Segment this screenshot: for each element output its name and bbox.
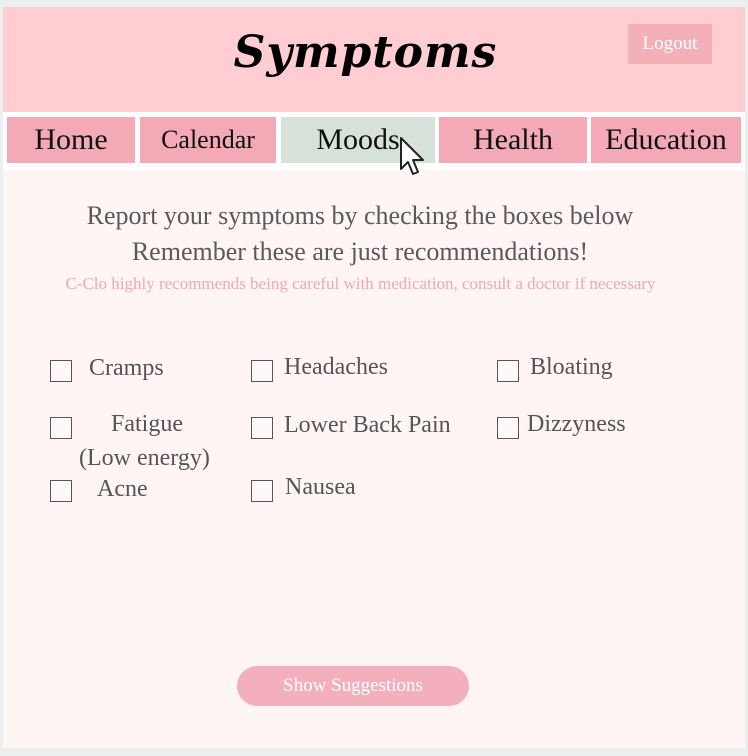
instructions-line-2: Remember these are just recommendations! <box>131 237 589 266</box>
cramps-checkbox[interactable] <box>50 360 72 382</box>
nausea-checkbox[interactable] <box>251 480 273 502</box>
headaches-checkbox[interactable] <box>251 360 273 382</box>
lower-back-pain-checkbox[interactable] <box>251 417 273 439</box>
headaches-label: Headaches <box>284 354 388 380</box>
nav-bar: Home Calendar Moods Health Education <box>3 112 745 170</box>
lower-back-pain-label: Lower Back Pain <box>284 412 451 438</box>
tab-home[interactable]: Home <box>7 117 135 163</box>
fatigue-checkbox[interactable] <box>50 417 72 439</box>
tab-health[interactable]: Health <box>439 117 587 163</box>
app-window: Symptoms Logout Home Calendar Moods Heal… <box>3 7 745 748</box>
acne-checkbox[interactable] <box>50 480 72 502</box>
tab-calendar[interactable]: Calendar <box>140 117 276 163</box>
header-bar: Symptoms Logout <box>3 7 745 112</box>
dizzyness-label: Dizzyness <box>527 411 626 437</box>
logout-button[interactable]: Logout <box>628 24 712 64</box>
fatigue-sublabel: (Low energy) <box>79 445 210 471</box>
nausea-label: Nausea <box>285 474 356 500</box>
medication-disclaimer: C-Clo highly recommends being careful wi… <box>65 274 656 293</box>
bloating-label: Bloating <box>530 354 613 380</box>
show-suggestions-button[interactable]: Show Suggestions <box>237 666 469 706</box>
bloating-checkbox[interactable] <box>497 360 519 382</box>
tab-education[interactable]: Education <box>591 117 741 163</box>
acne-label: Acne <box>97 476 148 502</box>
fatigue-label: Fatigue <box>111 411 183 437</box>
instructions-line-1: Report your symptoms by checking the box… <box>86 201 634 230</box>
dizzyness-checkbox[interactable] <box>497 417 519 439</box>
cramps-label: Cramps <box>89 355 164 381</box>
mouse-pointer-icon <box>400 137 424 175</box>
page-title: Symptoms <box>233 27 498 78</box>
